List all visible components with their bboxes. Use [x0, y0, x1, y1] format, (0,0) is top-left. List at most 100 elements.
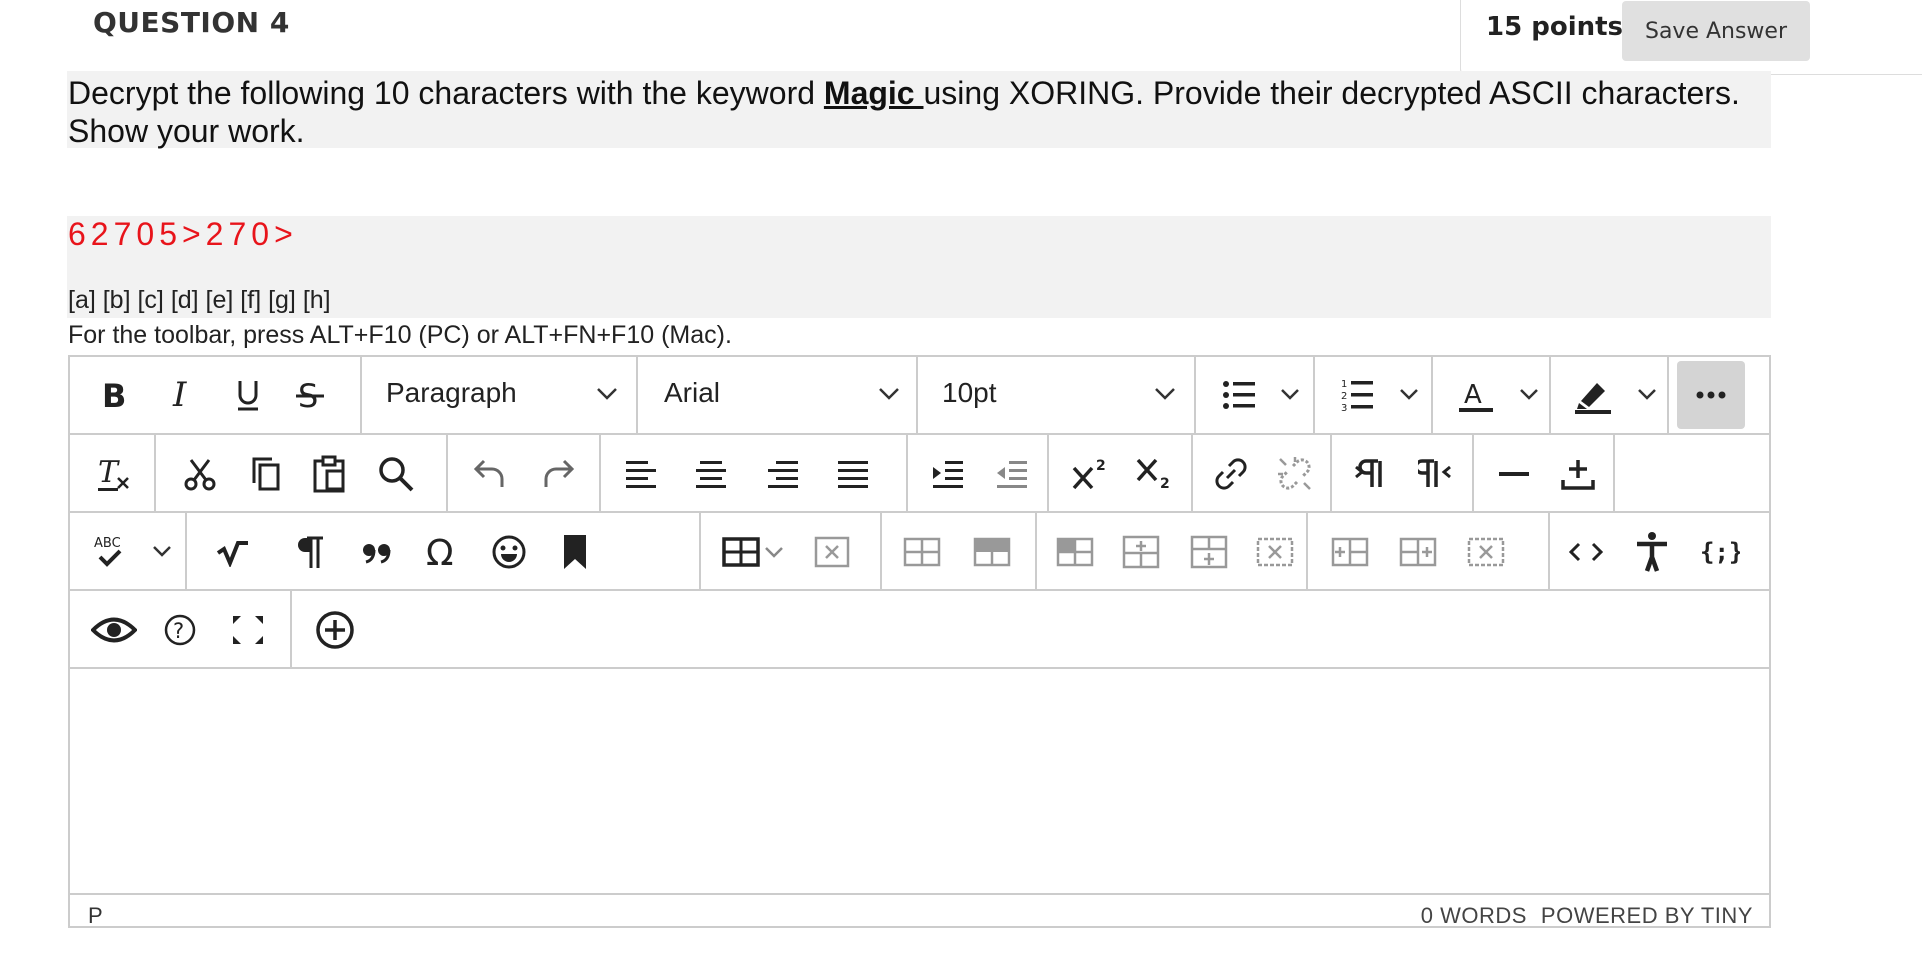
bullet-list-icon — [1223, 381, 1255, 409]
underline-button[interactable] — [226, 373, 270, 417]
numbered-list-dropdown[interactable]: 1 2 3 — [1315, 357, 1433, 433]
ciphertext: 62705>270> — [68, 216, 298, 252]
table-delete-col-button[interactable] — [1464, 531, 1508, 573]
more-button[interactable] — [1677, 361, 1745, 429]
justify-button[interactable] — [831, 453, 875, 495]
toolbar-group-view: ? — [70, 591, 292, 667]
font-family-dropdown[interactable]: Arial — [638, 357, 918, 433]
superscript-button[interactable]: 2 — [1067, 453, 1115, 495]
blockquote-icon — [363, 544, 391, 564]
chevron-down-icon — [153, 546, 171, 557]
table-row-props-button[interactable] — [900, 531, 944, 573]
table-delete-row-button[interactable] — [1253, 531, 1297, 573]
spellcheck-dropdown[interactable]: ABC — [70, 513, 187, 589]
preview-button[interactable] — [90, 609, 138, 651]
toolbar-group-table-cells — [1037, 513, 1308, 589]
paragraph-mark-icon — [298, 536, 323, 568]
indent-button[interactable] — [926, 453, 970, 495]
toolbar-group-clear: T — [70, 435, 156, 511]
align-right-button[interactable] — [761, 453, 805, 495]
bookmark-icon — [564, 535, 586, 569]
copy-button[interactable] — [244, 453, 288, 495]
svg-text:2: 2 — [1160, 476, 1170, 492]
strikethrough-button[interactable]: S — [288, 373, 332, 417]
rtl-button[interactable] — [1414, 453, 1458, 495]
text-color-dropdown[interactable]: A — [1433, 357, 1551, 433]
paragraph-mark-button[interactable] — [289, 531, 333, 573]
unlink-icon — [1278, 457, 1311, 490]
paste-button[interactable] — [308, 453, 352, 495]
horizontal-rule-button[interactable] — [1492, 453, 1536, 495]
table-dropdown[interactable] — [719, 531, 787, 573]
align-left-icon — [626, 461, 656, 488]
rtl-icon — [1418, 459, 1451, 487]
chevron-down-icon — [1520, 389, 1538, 400]
bookmark-button[interactable] — [553, 531, 597, 573]
highlight-dropdown[interactable] — [1551, 357, 1669, 433]
cut-button[interactable] — [178, 453, 222, 495]
link-button[interactable] — [1209, 453, 1253, 495]
help-button[interactable]: ? — [158, 609, 202, 651]
accessibility-button[interactable] — [1630, 531, 1674, 573]
outdent-button[interactable] — [990, 453, 1034, 495]
code-button[interactable] — [1564, 531, 1608, 573]
powered-by-link[interactable]: POWERED BY TINY — [1541, 903, 1753, 928]
insert-button[interactable] — [1556, 453, 1600, 495]
svg-text:?: ? — [173, 619, 184, 643]
blockquote-button[interactable] — [355, 531, 399, 573]
link-icon — [1215, 458, 1247, 490]
svg-text:2: 2 — [1096, 458, 1106, 474]
editor-content-area[interactable] — [70, 669, 1769, 893]
svg-text:3: 3 — [1341, 403, 1347, 413]
table-insert-row-before-button[interactable] — [1119, 531, 1163, 573]
math-button[interactable] — [211, 531, 255, 573]
copy-icon — [252, 457, 280, 491]
fullscreen-button[interactable] — [226, 609, 270, 651]
align-left-button[interactable] — [619, 453, 663, 495]
table-row-icon — [903, 537, 941, 567]
table-delete-button[interactable] — [809, 531, 855, 573]
table-col-icon — [1331, 537, 1369, 567]
special-char-button[interactable]: Ω — [421, 531, 465, 573]
toolbar-group-table-rows — [882, 513, 1037, 589]
subscript-button[interactable]: 2 — [1131, 453, 1179, 495]
align-center-button[interactable] — [689, 453, 733, 495]
bold-button[interactable]: B — [92, 373, 136, 417]
table-row-icon — [1122, 535, 1160, 569]
clear-format-button[interactable]: T — [90, 453, 136, 495]
unlink-button[interactable] — [1273, 453, 1317, 495]
table-col-props-button[interactable] — [970, 531, 1014, 573]
emoji-button[interactable] — [487, 531, 531, 573]
search-button[interactable] — [374, 453, 418, 495]
block-format-dropdown[interactable]: Paragraph — [362, 357, 638, 433]
add-content-button[interactable] — [312, 609, 358, 651]
toolbar-group-clipboard — [156, 435, 448, 511]
omega-icon: Ω — [426, 533, 454, 571]
bullet-list-dropdown[interactable] — [1196, 357, 1315, 433]
word-count[interactable]: 0 WORDS — [1421, 903, 1527, 928]
table-insert-row-after-button[interactable] — [1187, 531, 1231, 573]
ltr-icon — [1355, 459, 1382, 487]
undo-button[interactable] — [468, 453, 512, 495]
table-cell-props-button[interactable] — [1053, 531, 1097, 573]
ltr-button[interactable] — [1350, 453, 1394, 495]
code-icon — [1569, 542, 1603, 562]
toolbar-group-table-cols — [1308, 513, 1550, 589]
source-code-button[interactable]: {;} — [1696, 531, 1744, 573]
italic-button[interactable]: I — [160, 373, 204, 417]
align-center-icon — [696, 461, 726, 488]
svg-text:Ω: Ω — [426, 533, 454, 571]
redo-button[interactable] — [536, 453, 580, 495]
prompt-keyword: Magic — [823, 75, 924, 111]
font-size-dropdown[interactable]: 10pt — [918, 357, 1196, 433]
save-answer-button[interactable]: Save Answer — [1622, 1, 1810, 61]
prompt-text-before: Decrypt the following 10 characters with… — [68, 75, 824, 111]
table-insert-col-after-button[interactable] — [1396, 531, 1440, 573]
element-path[interactable]: P — [88, 903, 103, 929]
points-label: 15 points — [1486, 12, 1624, 42]
table-icon — [722, 537, 760, 567]
chevron-down-icon — [879, 388, 899, 400]
question-prompt: Decrypt the following 10 characters with… — [68, 74, 1788, 150]
table-insert-col-before-button[interactable] — [1328, 531, 1372, 573]
cut-icon — [184, 459, 216, 491]
